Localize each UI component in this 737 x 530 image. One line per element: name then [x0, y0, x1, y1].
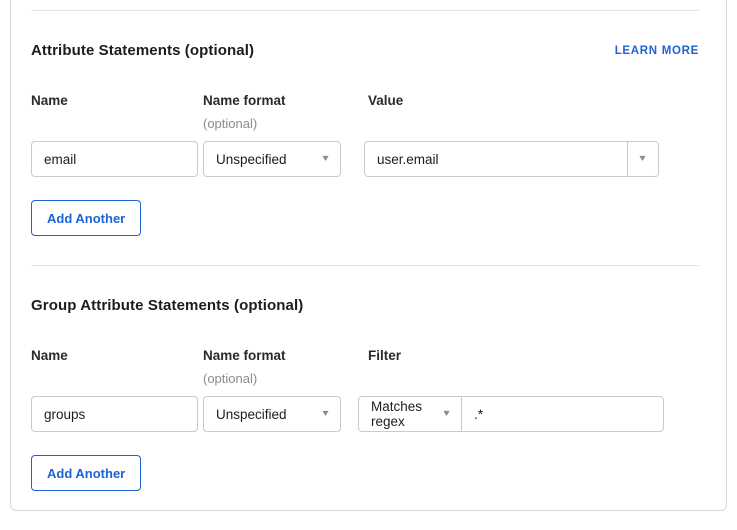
group-filter-combo: Matches regex ▾: [358, 396, 664, 432]
attribute-value-dropdown-button[interactable]: ▾: [627, 142, 658, 176]
name-format-optional-label: (optional): [203, 116, 368, 131]
group-attribute-name-input[interactable]: [31, 396, 198, 432]
attribute-value-combo: ▾: [364, 141, 659, 177]
name-column-label: Name: [31, 93, 203, 108]
group-attribute-column-headers: Name Name format (optional) Filter: [31, 348, 699, 386]
value-column-label: Value: [368, 93, 699, 108]
filter-column-label: Filter: [368, 348, 699, 363]
group-attribute-statements-section: Group Attribute Statements (optional) Na…: [31, 297, 699, 491]
chevron-down-icon: ▾: [322, 154, 328, 164]
attribute-column-headers: Name Name format (optional) Value: [31, 93, 699, 131]
group-filter-type-select[interactable]: Matches regex ▾: [359, 397, 462, 431]
group-filter-value-input[interactable]: [462, 397, 663, 431]
group-attribute-statement-row: Unspecified ▾ Matches regex ▾: [31, 396, 699, 432]
attribute-name-input[interactable]: [31, 141, 198, 177]
chevron-down-icon: ▾: [640, 154, 646, 164]
name-format-column-label: Name format: [203, 93, 368, 108]
chevron-down-icon: ▾: [443, 409, 449, 419]
group-attribute-statements-title: Group Attribute Statements (optional): [31, 297, 303, 314]
add-another-attribute-button[interactable]: Add Another: [31, 200, 141, 236]
learn-more-link[interactable]: LEARN MORE: [615, 45, 699, 57]
name-format-column-label: Name format: [203, 348, 368, 363]
attribute-statements-section: Attribute Statements (optional) LEARN MO…: [31, 42, 699, 236]
section-divider: [31, 265, 699, 266]
attribute-name-format-select[interactable]: Unspecified ▾: [203, 141, 341, 177]
name-format-optional-label: (optional): [203, 371, 368, 386]
add-another-group-attribute-button[interactable]: Add Another: [31, 455, 141, 491]
attribute-value-input[interactable]: [365, 142, 627, 176]
group-name-format-select[interactable]: Unspecified ▾: [203, 396, 341, 432]
group-filter-type-value: Matches regex: [371, 399, 444, 429]
group-name-format-value: Unspecified: [216, 407, 287, 422]
attribute-statement-row: Unspecified ▾ ▾: [31, 141, 699, 177]
top-divider: [31, 10, 699, 11]
name-column-label: Name: [31, 348, 203, 363]
attribute-statements-title: Attribute Statements (optional): [31, 42, 254, 59]
attribute-name-format-value: Unspecified: [216, 152, 287, 167]
saml-settings-card: Attribute Statements (optional) LEARN MO…: [10, 0, 727, 511]
chevron-down-icon: ▾: [322, 409, 328, 419]
